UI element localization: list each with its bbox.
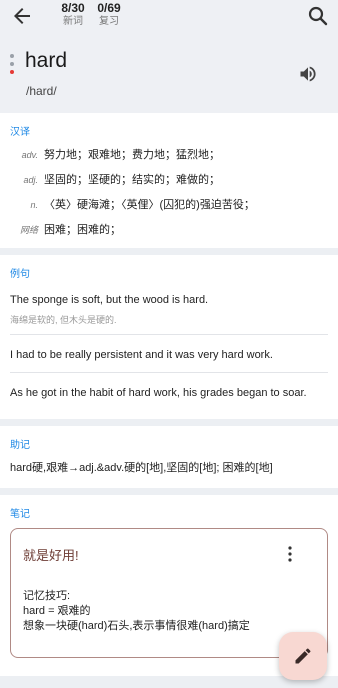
note-body: 记忆技巧: hard = 艰难的 想象一块硬(hard)石头,表示事情很难(ha…	[23, 589, 315, 634]
example-item[interactable]: As he got in the habit of hard work, his…	[10, 381, 328, 410]
example-english: As he got in the habit of hard work, his…	[10, 387, 307, 399]
note-line: 记忆技巧:	[23, 590, 71, 602]
definition-row: adj. 坚固的；坚硬的；结实的；难做的；	[10, 171, 328, 187]
more-vert-icon[interactable]	[283, 545, 297, 563]
familiarity-dots	[10, 54, 16, 78]
part-of-speech: 网络	[19, 225, 38, 235]
part-of-speech: adj.	[23, 175, 38, 185]
example-english: The sponge is soft, but the wood is hard…	[10, 294, 209, 306]
definition-text: 〈英〉硬海滩；〈英俚〉(囚犯的)强迫苦役；	[44, 199, 255, 211]
definition-text: 努力地；艰难地；费力地；猛烈地；	[44, 149, 220, 161]
definition-row: adv. 努力地；艰难地；费力地；猛烈地；	[10, 146, 328, 162]
headword: hard	[25, 49, 68, 72]
note-line: hard = 艰难的	[23, 605, 91, 617]
mnemonic-title: 助记	[10, 440, 30, 451]
note-line: 想象一块硬(hard)石头,表示事情很难(hard)搞定	[23, 620, 250, 632]
definition-row: n. 〈英〉硬海滩；〈英俚〉(囚犯的)强迫苦役；	[10, 196, 328, 212]
example-english: I had to be really persistent and it was…	[10, 349, 273, 361]
edit-pencil-icon	[295, 648, 311, 664]
new-words-label: 新词	[63, 16, 83, 27]
notes-title: 笔记	[10, 509, 30, 520]
top-bar: 8/30 新词 0/69 复习	[0, 0, 338, 38]
review-counter: 0/69 复习	[92, 0, 126, 28]
note-title: 就是好用!	[23, 548, 79, 563]
definition-text: 困难；困难的；	[44, 224, 121, 236]
example-item[interactable]: I had to be really persistent and it was…	[10, 343, 328, 373]
edit-note-button[interactable]	[279, 632, 327, 680]
examples-section: 例句 The sponge is soft, but the wood is h…	[0, 255, 338, 419]
speaker-icon[interactable]	[298, 64, 318, 84]
phonetic: /hard/	[26, 84, 57, 98]
part-of-speech: adv.	[21, 150, 38, 160]
mnemonic-section: 助记 hard硬,艰难→adj.&adv.硬的[地],坚固的[地]; 困难的[地…	[0, 426, 338, 488]
examples-title: 例句	[10, 269, 30, 280]
example-chinese: 海绵是软的, 但木头是硬的.	[10, 315, 117, 325]
definition-text: 坚固的；坚硬的；结实的；难做的；	[44, 174, 220, 186]
definition-row: 网络 困难；困难的；	[10, 221, 328, 237]
part-of-speech: n.	[30, 200, 38, 210]
new-words-count: 8/30	[61, 1, 85, 15]
word-header: hard /hard/	[0, 38, 338, 113]
search-icon[interactable]	[306, 4, 330, 28]
translation-title: 汉译	[10, 127, 30, 138]
translation-section: 汉译 adv. 努力地；艰难地；费力地；猛烈地； adj. 坚固的；坚硬的；结实…	[0, 113, 338, 248]
new-words-counter: 8/30 新词	[56, 0, 90, 28]
example-item[interactable]: The sponge is soft, but the wood is hard…	[10, 288, 328, 335]
mnemonic-text: hard硬,艰难→adj.&adv.硬的[地],坚固的[地]; 困难的[地]	[10, 462, 273, 474]
review-count: 0/69	[97, 1, 121, 15]
back-arrow-icon[interactable]	[10, 4, 34, 28]
review-label: 复习	[99, 16, 119, 27]
